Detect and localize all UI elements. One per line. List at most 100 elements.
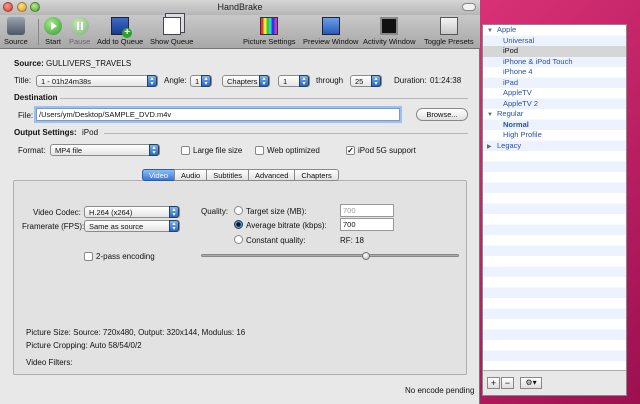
tab-chapters[interactable]: Chapters — [294, 169, 339, 181]
terminal-icon — [380, 17, 399, 35]
play-icon — [44, 17, 62, 35]
web-optimized-label: Web optimized — [267, 146, 320, 155]
zoom-window-button[interactable] — [30, 2, 41, 12]
toggle-presets-button[interactable]: Toggle Presets — [424, 17, 474, 46]
destination-heading: Destination — [14, 93, 58, 102]
source-button-label: Source — [4, 37, 28, 46]
target-size-input[interactable]: 700 — [340, 204, 394, 217]
source-label: Source: — [14, 59, 44, 68]
tab-audio[interactable]: Audio — [174, 169, 208, 181]
web-optimized-checkbox[interactable] — [255, 146, 264, 155]
disclosure-right-icon[interactable]: ▶ — [487, 142, 497, 153]
output-settings-label: Output Settings: — [14, 128, 77, 137]
range-type-popup[interactable]: Chapters ▴ ▾ — [222, 75, 270, 87]
preset-item[interactable]: iPad — [483, 78, 626, 89]
disclosure-down-icon[interactable]: ▼ — [487, 26, 497, 37]
target-size-label: Target size (MB): — [246, 207, 307, 216]
format-popup[interactable]: MP4 file ▴ ▾ — [50, 144, 160, 156]
presets-drawer: ▼ Apple Universal iPod iPhone & iPod Touch iP… — [482, 24, 627, 396]
color-bars-icon — [260, 17, 279, 35]
preset-item[interactable]: High Profile — [483, 130, 626, 141]
tab-advanced[interactable]: Advanced — [248, 169, 296, 181]
preset-item[interactable]: Universal — [483, 36, 626, 47]
duration-value: 01:24:38 — [430, 76, 462, 85]
preset-item[interactable]: Normal — [483, 120, 626, 131]
main-window: HandBrake Source Start Pause Add to Queu… — [0, 0, 480, 404]
angle-popup-value: 1 — [195, 77, 200, 86]
disclosure-down-icon[interactable]: ▼ — [487, 110, 497, 121]
show-queue-button[interactable]: Show Queue — [150, 17, 193, 46]
popup-arrows-icon: ▴ ▾ — [169, 220, 179, 232]
source-button[interactable]: Source — [4, 17, 28, 46]
large-file-label: Large file size — [193, 146, 243, 155]
video-filters-text: Video Filters: — [26, 358, 73, 367]
angle-label: Angle: — [164, 76, 187, 85]
pause-icon — [70, 17, 89, 35]
popup-arrows-icon: ▴ ▾ — [149, 144, 159, 156]
preset-group-label: Apple — [497, 25, 517, 34]
range-start-popup[interactable]: 1 ▴ ▾ — [278, 75, 310, 87]
window-title: HandBrake — [217, 2, 263, 12]
average-bitrate-input[interactable]: 700 — [340, 218, 394, 231]
large-file-checkbox[interactable] — [181, 146, 190, 155]
title-bar: HandBrake — [0, 0, 480, 15]
ipod-5g-checkbox[interactable]: ✓ — [346, 146, 355, 155]
framerate-popup[interactable]: Same as source ▴ ▾ — [84, 220, 180, 232]
preset-item[interactable]: iPhone 4 — [483, 67, 626, 78]
title-popup[interactable]: 1 - 01h24m38s ▴ ▾ — [36, 75, 158, 87]
add-to-queue-label: Add to Queue — [97, 37, 144, 46]
two-pass-checkbox[interactable] — [84, 252, 93, 261]
start-button[interactable]: Start — [44, 17, 62, 46]
range-end-popup[interactable]: 25 ▴ ▾ — [350, 75, 382, 87]
tab-video[interactable]: Video — [142, 169, 176, 181]
framerate-label: Framerate (FPS): — [22, 222, 85, 231]
activity-window-button[interactable]: Activity Window — [363, 17, 416, 46]
preset-group[interactable]: ▶ Legacy — [483, 141, 626, 152]
picture-settings-button[interactable]: Picture Settings — [243, 17, 296, 46]
framerate-value: Same as source — [89, 222, 144, 231]
popup-arrows-icon: ▴ ▾ — [169, 206, 179, 218]
picture-settings-label: Picture Settings — [243, 37, 296, 46]
output-divider — [104, 133, 468, 134]
toolbar: Source Start Pause Add to Queue Show Que… — [0, 15, 480, 49]
destination-divider — [60, 98, 468, 99]
title-popup-value: 1 - 01h24m38s — [41, 77, 92, 86]
angle-popup[interactable]: 1 ▴ ▾ — [190, 75, 212, 87]
settings-tabs: Video Audio Subtitles Advanced Chapters — [142, 169, 339, 181]
rf-value: RF: 18 — [340, 236, 365, 245]
average-bitrate-radio[interactable] — [234, 220, 243, 229]
toolbar-toggle-button[interactable] — [462, 3, 476, 11]
target-size-radio[interactable] — [234, 206, 243, 215]
preset-item[interactable]: AppleTV 2 — [483, 99, 626, 110]
preset-item[interactable]: iPod — [483, 46, 626, 57]
constant-quality-label: Constant quality: — [246, 236, 306, 245]
constant-quality-radio[interactable] — [234, 235, 243, 244]
output-settings-preset: iPod — [82, 128, 99, 137]
preset-item[interactable]: AppleTV — [483, 88, 626, 99]
close-window-button[interactable] — [3, 2, 13, 12]
tab-subtitles[interactable]: Subtitles — [206, 169, 250, 181]
through-label: through — [316, 76, 344, 85]
pause-button[interactable]: Pause — [69, 17, 90, 46]
quality-slider[interactable] — [201, 254, 459, 257]
preset-group[interactable]: ▼ Apple — [483, 25, 626, 36]
preview-window-label: Preview Window — [303, 37, 359, 46]
minimize-window-button[interactable] — [16, 2, 27, 12]
preset-group[interactable]: ▼ Regular — [483, 109, 626, 120]
average-bitrate-label: Average bitrate (kbps): — [246, 221, 327, 230]
gear-icon[interactable]: ⚙▾ — [520, 377, 542, 389]
range-end-value: 25 — [355, 77, 364, 86]
preset-item[interactable]: iPhone & iPod Touch — [483, 57, 626, 68]
add-to-queue-button[interactable]: Add to Queue — [97, 17, 143, 46]
picture-cropping-text: Picture Cropping: Auto 58/54/0/2 — [26, 341, 142, 350]
remove-preset-button[interactable]: − — [501, 377, 514, 389]
video-codec-popup[interactable]: H.264 (x264) ▴ ▾ — [84, 206, 180, 218]
add-preset-button[interactable]: + — [487, 377, 500, 389]
popup-arrows-icon: ▴ ▾ — [371, 75, 381, 87]
toggle-presets-label: Toggle Presets — [424, 37, 474, 46]
file-path-input[interactable]: /Users/ym/Desktop/SAMPLE_DVD.m4v — [36, 108, 400, 121]
video-codec-value: H.264 (x264) — [89, 208, 133, 217]
browse-button[interactable]: Browse... — [416, 108, 468, 121]
preview-window-button[interactable]: Preview Window — [303, 17, 358, 46]
popup-arrows-icon: ▴ ▾ — [147, 75, 157, 87]
